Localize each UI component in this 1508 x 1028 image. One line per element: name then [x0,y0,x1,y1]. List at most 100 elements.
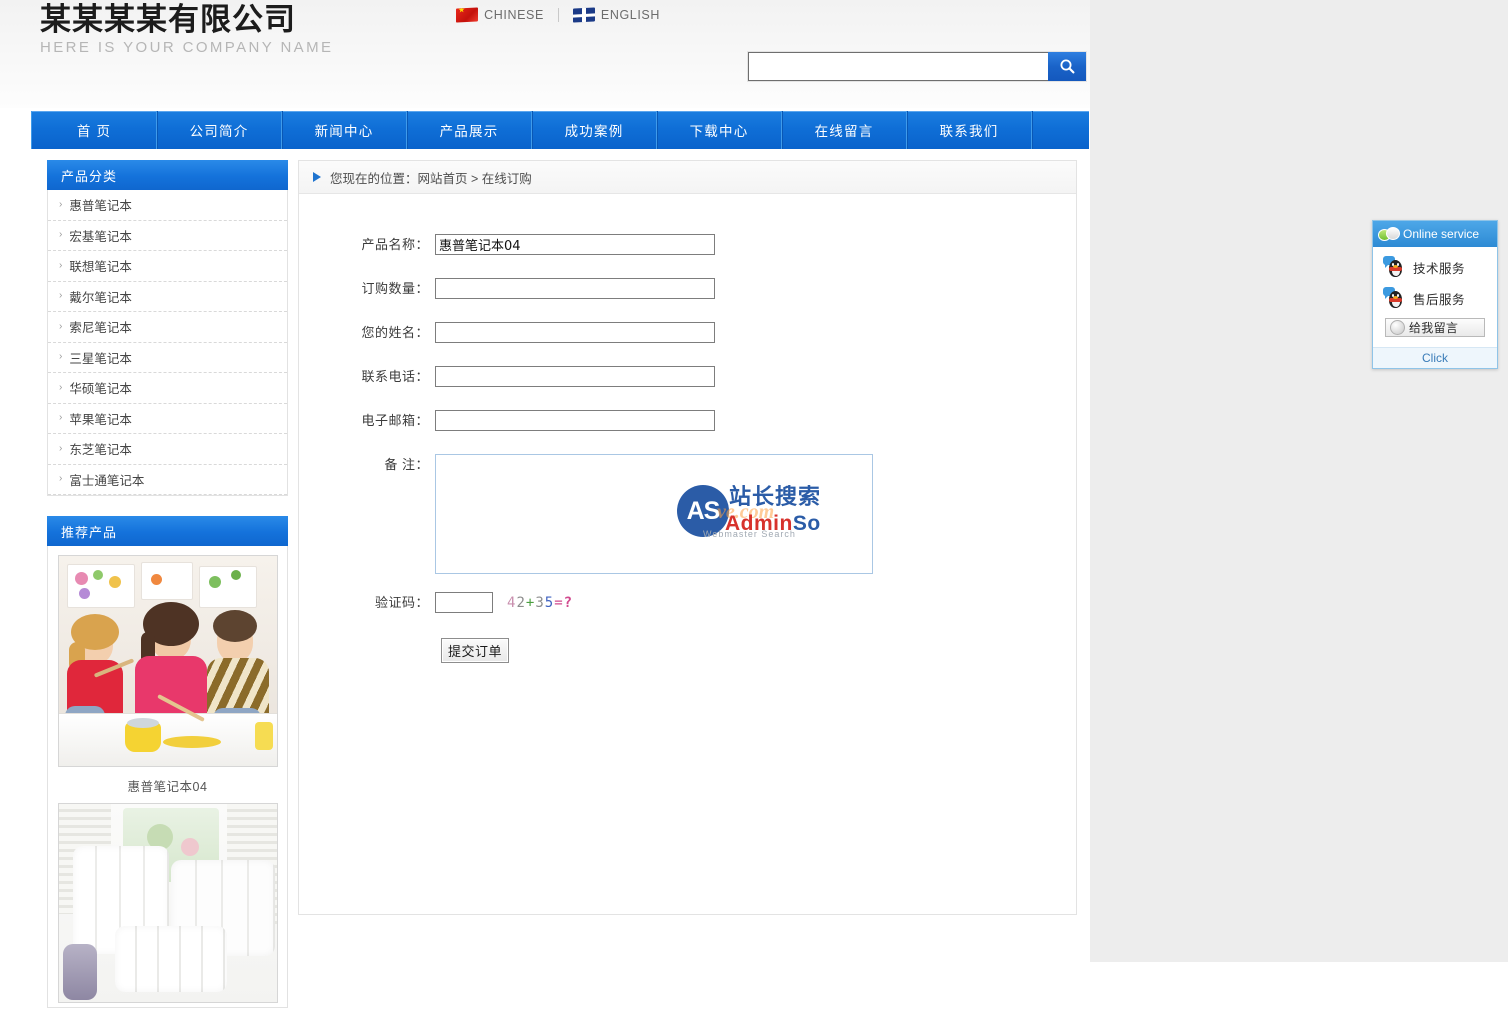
form-row-email: 电子邮箱： [299,410,1076,432]
product-image-hp04[interactable] [58,555,278,767]
service-item-aftersales[interactable]: 售后服务 [1379,287,1491,309]
form-row-product-name: 产品名称： [299,234,1076,256]
leave-message-button[interactable]: 给我留言 [1385,318,1485,337]
sidebar-item-toshiba[interactable]: › 东芝笔记本 [48,434,287,465]
input-quantity[interactable] [435,278,715,299]
product-image-sofa[interactable] [58,803,278,1003]
sidebar-item-lenovo[interactable]: › 联想笔记本 [48,251,287,282]
category-label: 惠普笔记本 [69,199,132,214]
language-link-english[interactable]: ENGLISH [572,7,660,23]
sidebar: 产品分类 › 惠普笔记本 › 宏基笔记本 › 联想笔记本 › 戴尔笔记本 › 索… [47,160,288,1028]
sidebar-item-apple[interactable]: › 苹果笔记本 [48,404,287,434]
recommend-list: 惠普笔记本04 [47,546,288,1008]
label-name: 您的姓名： [361,325,429,340]
sidebar-item-sony[interactable]: › 索尼笔记本 [48,312,287,343]
search-box [748,52,1086,81]
category-label: 戴尔笔记本 [69,290,132,305]
captcha-char: + [525,595,536,611]
label-email: 电子邮箱： [361,413,429,428]
category-panel-title: 产品分类 [47,160,288,190]
form-row-quantity: 订购数量： [299,278,1076,300]
input-phone[interactable] [435,366,715,387]
input-product-name[interactable] [435,234,715,255]
triangle-right-icon [313,172,321,182]
sidebar-item-samsung[interactable]: › 三星笔记本 [48,343,287,373]
nav-item-contact[interactable]: 联系我们 [907,111,1032,149]
service-label-technical: 技术服务 [1413,261,1466,276]
china-flag-icon [456,7,479,23]
chevron-right-icon: › [59,259,63,271]
input-memo[interactable] [435,454,873,574]
input-name[interactable] [435,322,715,343]
sidebar-item-hp[interactable]: › 惠普笔记本 [48,190,287,221]
language-switcher: CHINESE ENGLISH [456,7,660,23]
category-panel: 产品分类 › 惠普笔记本 › 宏基笔记本 › 联想笔记本 › 戴尔笔记本 › 索… [47,160,288,496]
sidebar-item-acer[interactable]: › 宏基笔记本 [48,221,287,251]
order-form: 产品名称： 订购数量： 您的姓名： 联系电话： 电子邮箱： [299,194,1076,663]
service-item-technical[interactable]: 技术服务 [1379,256,1491,278]
submit-order-button[interactable]: 提交订单 [441,638,510,663]
language-link-chinese[interactable]: CHINESE [456,7,544,23]
recommend-panel: 推荐产品 惠普笔记本04 [47,516,288,1008]
category-label: 宏基笔记本 [69,229,132,244]
nav-item-downloads[interactable]: 下载中心 [657,111,782,149]
online-service-panel: Online service 技术服务 售后服务 给我留言 Click [1372,220,1498,369]
category-label: 索尼笔记本 [69,321,132,336]
online-service-title: Online service [1403,227,1480,241]
captcha-char: ? [563,595,574,611]
nav-item-message[interactable]: 在线留言 [782,111,907,149]
main-navigation: 首 页 公司简介 新闻中心 产品展示 成功案例 下载中心 在线留言 联系我们 [31,111,1089,149]
nav-item-home[interactable]: 首 页 [31,111,157,149]
sidebar-item-dell[interactable]: › 戴尔笔记本 [48,282,287,312]
language-label-chinese: CHINESE [484,8,544,22]
chevron-right-icon: › [59,229,63,241]
nav-item-news[interactable]: 新闻中心 [282,111,407,149]
category-list: › 惠普笔记本 › 宏基笔记本 › 联想笔记本 › 戴尔笔记本 › 索尼笔记本 … [47,190,288,496]
site-logo[interactable]: 某某某某有限公司 HERE IS YOUR COMPANY NAME [40,2,333,58]
category-label: 苹果笔记本 [69,412,132,427]
online-service-header: Online service [1373,221,1497,247]
chevron-right-icon: › [59,320,63,332]
sidebar-item-asus[interactable]: › 华硕笔记本 [48,373,287,404]
label-phone: 联系电话： [361,369,429,384]
label-captcha: 验证码： [374,595,429,610]
chevron-right-icon: › [59,198,63,210]
chat-bubbles-icon [1378,226,1400,242]
label-product-name: 产品名称： [361,237,429,252]
form-row-phone: 联系电话： [299,366,1076,388]
category-label: 三星笔记本 [69,351,132,366]
search-input[interactable] [748,52,1048,81]
captcha-char: 5 [544,595,555,611]
chevron-right-icon: › [59,412,63,424]
search-button[interactable] [1048,52,1086,81]
recommend-panel-title: 推荐产品 [47,516,288,546]
category-label: 华硕笔记本 [69,382,132,397]
logo-chinese-name: 某某某某有限公司 [40,2,296,38]
captcha-question: 42+35=? [507,592,573,614]
search-icon [1060,59,1074,74]
nav-filler [1032,111,1089,149]
nav-item-cases[interactable]: 成功案例 [532,111,657,149]
captcha-char: 3 [535,595,545,611]
sidebar-item-fujitsu[interactable]: › 富士通笔记本 [48,465,287,495]
category-label: 富士通笔记本 [69,473,145,488]
chevron-right-icon: › [59,442,63,454]
label-memo: 备 注： [384,457,429,472]
label-quantity: 订购数量： [361,281,429,296]
category-label: 联想笔记本 [69,260,132,275]
qq-penguin-icon [1383,287,1407,309]
page-container: 某某某某有限公司 HERE IS YOUR COMPANY NAME CHINE… [0,0,1090,1008]
online-service-body: 技术服务 售后服务 给我留言 [1373,247,1497,347]
online-service-footer[interactable]: Click [1373,347,1497,368]
input-email[interactable] [435,410,715,431]
nav-item-products[interactable]: 产品展示 [407,111,532,149]
message-circle-icon [1390,320,1405,335]
form-row-captcha: 验证码： 42+35=? [299,592,1076,614]
form-row-memo: 备 注： [299,454,1076,574]
chevron-right-icon: › [59,290,63,302]
input-captcha[interactable] [435,592,493,613]
nav-item-about[interactable]: 公司简介 [157,111,282,149]
breadcrumb-text: 您现在的位置：网站首页 > 在线订购 [330,171,532,186]
captcha-char: = [554,595,564,611]
category-label: 东芝笔记本 [69,443,132,458]
